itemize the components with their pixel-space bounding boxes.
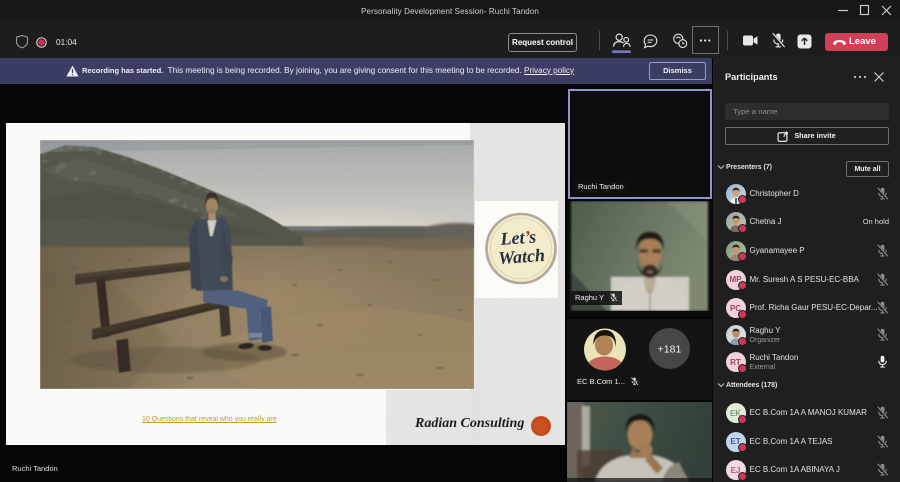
- svg-text:Watch: Watch: [498, 245, 546, 268]
- svg-text:+181: +181: [658, 344, 682, 356]
